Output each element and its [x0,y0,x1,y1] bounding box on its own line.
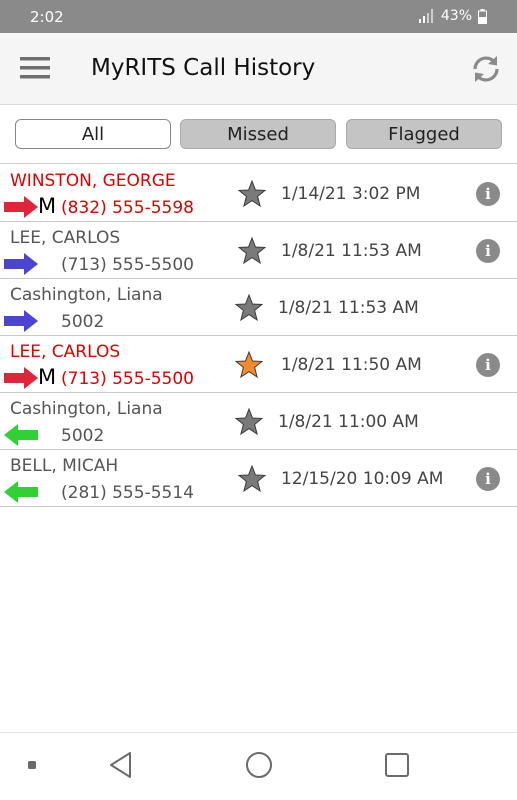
hamburger-menu-icon[interactable] [20,56,50,80]
recent-apps-icon[interactable] [384,752,410,778]
caller-number: 5002 [61,312,105,332]
voicemail-indicator: M [38,194,57,218]
call-row[interactable]: BELL, MICAH (281) 555-5514 12/15/20 10:0… [0,450,517,507]
star-icon[interactable] [238,237,266,265]
nav-dot-icon[interactable] [27,760,37,770]
call-row[interactable]: Cashington, Liana 5002 1/8/21 11:00 AM [0,393,517,450]
caller-number: (281) 555-5514 [61,483,194,503]
star-icon[interactable] [238,180,266,208]
battery-icon [478,8,487,24]
info-icon[interactable]: i [476,353,500,377]
tab-missed[interactable]: Missed [180,119,336,149]
call-time: 1/8/21 11:53 AM [278,298,419,318]
call-row[interactable]: LEE, CARLOS (713) 555-5500 1/8/21 11:53 … [0,222,517,279]
caller-number: (832) 555-5598 [61,198,194,218]
star-icon[interactable] [238,465,266,493]
outgoing-call-arrow-icon [4,310,38,332]
status-bar: 2:02 43% [0,0,517,33]
caller-number: (713) 555-5500 [61,255,194,275]
tab-flagged[interactable]: Flagged [346,119,502,149]
call-row[interactable]: Cashington, Liana 5002 1/8/21 11:53 AM [0,279,517,336]
call-time: 1/8/21 11:50 AM [281,355,422,375]
caller-name: BELL, MICAH [10,456,119,476]
signal-icon [418,9,433,23]
info-icon[interactable]: i [476,239,500,263]
caller-name: LEE, CARLOS [10,342,121,362]
voicemail-indicator: M [38,365,57,389]
missed-call-arrow-icon [4,367,38,389]
caller-name: LEE, CARLOS [10,228,121,248]
caller-name: Cashington, Liana [10,399,163,419]
app-bar: MyRITS Call History [0,33,517,105]
outgoing-call-arrow-icon [4,253,38,275]
call-time: 1/8/21 11:53 AM [281,241,422,261]
refresh-icon[interactable] [470,53,502,85]
flagged-star-icon[interactable] [235,351,263,379]
page-title: MyRITS Call History [91,55,316,81]
caller-number: 5002 [61,426,105,446]
status-indicators: 43% [418,8,487,24]
caller-name: Cashington, Liana [10,285,163,305]
back-icon[interactable] [108,750,134,780]
call-time: 1/14/21 3:02 PM [281,184,421,204]
call-row[interactable]: WINSTON, GEORGE M (832) 555-5598 1/14/21… [0,165,517,222]
call-row[interactable]: LEE, CARLOS M (713) 555-5500 1/8/21 11:5… [0,336,517,393]
star-icon[interactable] [235,294,263,322]
status-time: 2:02 [30,8,64,26]
call-time: 1/8/21 11:00 AM [278,412,419,432]
caller-number: (713) 555-5500 [61,369,194,389]
battery-percent: 43% [440,8,472,24]
call-time: 12/15/20 10:09 AM [281,469,444,489]
missed-call-arrow-icon [4,196,38,218]
home-icon[interactable] [245,751,273,779]
navigation-bar [0,732,517,800]
incoming-call-arrow-icon [4,481,38,503]
info-icon[interactable]: i [476,467,500,491]
incoming-call-arrow-icon [4,424,38,446]
star-icon[interactable] [235,408,263,436]
caller-name: WINSTON, GEORGE [10,171,176,191]
call-list: WINSTON, GEORGE M (832) 555-5598 1/14/21… [0,165,517,507]
info-icon[interactable]: i [476,182,500,206]
filter-tabs: All Missed Flagged [0,106,517,164]
tab-all[interactable]: All [15,119,171,149]
